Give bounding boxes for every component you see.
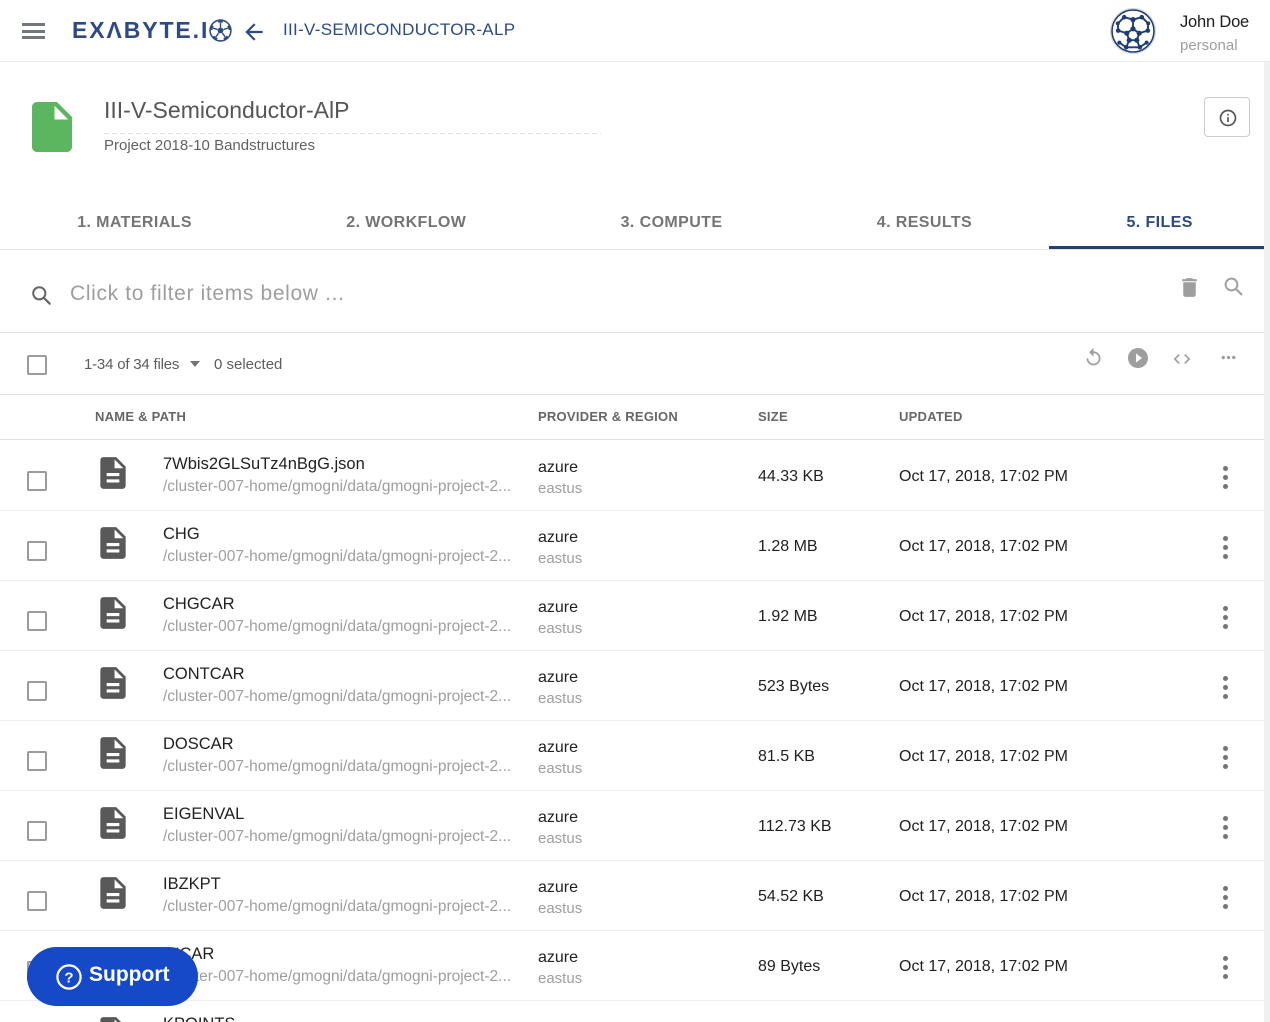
- svg-text:?: ?: [64, 969, 73, 986]
